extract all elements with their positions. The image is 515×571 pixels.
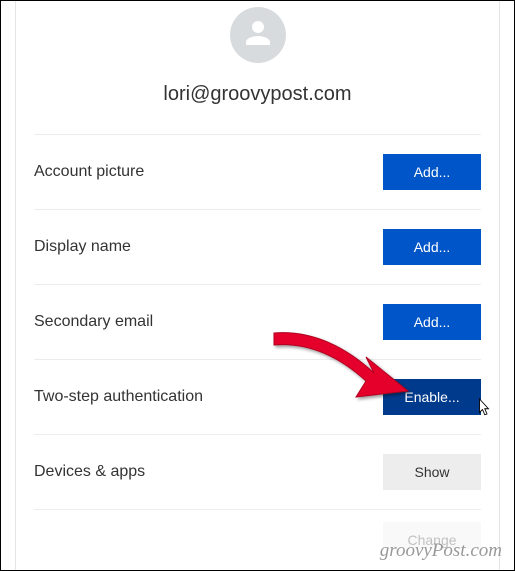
row-account-picture: Account picture Add... xyxy=(34,134,481,209)
row-label: Display name xyxy=(34,238,131,256)
watermark-text: groovyPost.com xyxy=(380,540,502,562)
avatar-placeholder xyxy=(230,7,286,63)
row-display-name: Display name Add... xyxy=(34,209,481,284)
row-label: Two-step authentication xyxy=(34,388,203,406)
add-secondary-email-button[interactable]: Add... xyxy=(383,304,481,340)
row-two-step-auth: Two-step authentication Enable... xyxy=(34,359,481,434)
row-label: Devices & apps xyxy=(34,463,145,481)
person-icon xyxy=(240,15,276,56)
row-secondary-email: Secondary email Add... xyxy=(34,284,481,359)
row-devices-apps: Devices & apps Show xyxy=(34,434,481,509)
settings-list: Account picture Add... Display name Add.… xyxy=(16,134,499,549)
add-display-name-button[interactable]: Add... xyxy=(383,229,481,265)
row-label: Secondary email xyxy=(34,313,153,331)
show-devices-button[interactable]: Show xyxy=(383,454,481,490)
account-email: lori@groovypost.com xyxy=(16,83,499,106)
add-account-picture-button[interactable]: Add... xyxy=(383,154,481,190)
row-label: Account picture xyxy=(34,163,144,181)
enable-two-step-button[interactable]: Enable... xyxy=(383,379,481,415)
account-header: lori@groovypost.com xyxy=(16,1,499,134)
